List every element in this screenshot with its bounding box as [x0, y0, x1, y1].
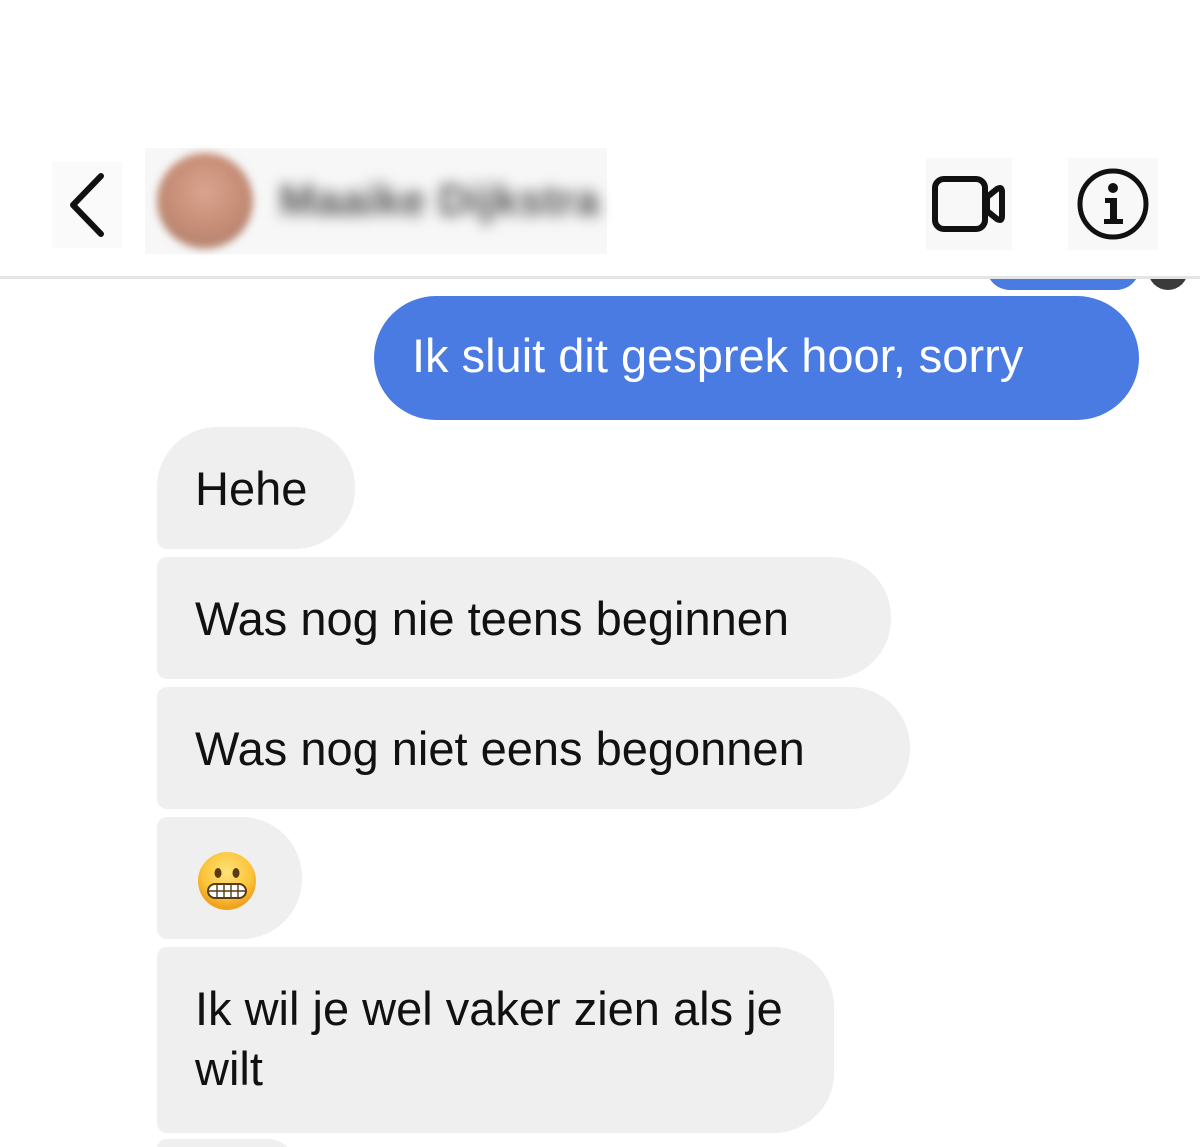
contact-header[interactable]: Maaike Dijkstra — [145, 148, 607, 254]
video-camera-icon — [932, 176, 1005, 232]
header-divider — [0, 276, 1200, 279]
info-icon — [1077, 168, 1149, 240]
message-text: Was nog niet eens begonnen — [195, 722, 805, 775]
incoming-message[interactable]: Hehe — [157, 427, 355, 549]
message-text: Ik sluit dit gesprek hoor, sorry — [412, 329, 1024, 382]
grimacing-face-emoji — [198, 851, 256, 910]
chat-header: Maaike Dijkstra — [0, 140, 1200, 276]
back-button[interactable] — [52, 162, 122, 248]
incoming-message[interactable]: Was nog niet eens begonnen — [157, 687, 910, 809]
chat-screen: Maaike Dijkstra Ik sluit dit gesprek hoo… — [0, 0, 1200, 1147]
incoming-emoji-message[interactable] — [157, 817, 302, 939]
info-button[interactable] — [1068, 158, 1158, 250]
avatar[interactable] — [157, 153, 253, 249]
next-message-bubble[interactable] — [157, 1139, 297, 1147]
incoming-message[interactable]: Ik wil je wel vaker zien als je wilt — [157, 947, 834, 1133]
outgoing-message[interactable]: Ik sluit dit gesprek hoor, sorry — [374, 296, 1139, 420]
message-text: Ik wil je wel vaker zien als je wilt — [195, 982, 783, 1095]
message-text: Was nog nie teens beginnen — [195, 592, 790, 645]
contact-name[interactable]: Maaike Dijkstra — [279, 176, 599, 226]
incoming-message[interactable]: Was nog nie teens beginnen — [157, 557, 891, 679]
chevron-left-icon — [70, 173, 104, 237]
video-call-button[interactable] — [926, 158, 1012, 250]
message-text: Hehe — [195, 462, 308, 515]
